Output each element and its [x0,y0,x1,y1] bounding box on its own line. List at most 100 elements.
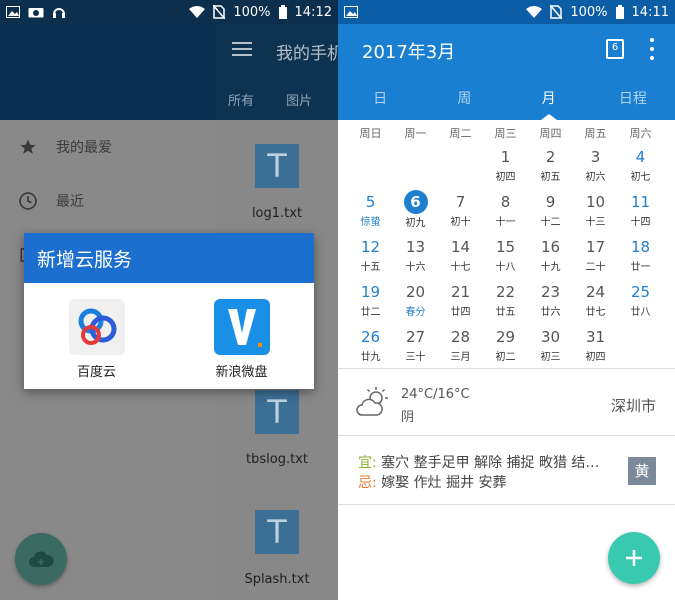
weather-card[interactable]: 24°C/16°C 阴 深圳市 [338,368,675,436]
service-baidu-cloud[interactable]: 百度云 [42,299,152,380]
day-cell[interactable]: 11 十四 [618,189,663,234]
day-cell[interactable]: 21 廿四 [438,279,483,324]
clock-time: 14:11 [631,4,669,20]
empty-day-cell [348,144,393,189]
day-number: 16 [540,238,561,256]
lunar-date: 十七 [450,262,471,273]
add-cloud-button[interactable] [15,533,67,585]
file-item[interactable]: T tbslog.txt [216,390,338,467]
add-event-button[interactable] [608,532,660,584]
drawer-header [0,24,216,120]
day-cell[interactable]: 23 廿六 [528,279,573,324]
day-cell[interactable]: 1 初四 [483,144,528,189]
cloud-add-icon [29,551,54,567]
ji-text: 嫁娶 作灶 掘井 安葬 [381,475,507,491]
yi-label: 宜: [358,455,377,471]
day-cell[interactable]: 22 廿五 [483,279,528,324]
day-cell[interactable]: 24 廿七 [573,279,618,324]
day-number: 3 [590,148,601,166]
tab-agenda[interactable]: 日程 [591,88,675,108]
day-cell[interactable]: 8 十一 [483,189,528,234]
day-number: 20 [405,283,426,301]
day-number: 11 [630,193,651,211]
today-button[interactable]: 6 [606,39,624,59]
menu-icon[interactable] [232,42,252,56]
day-cell[interactable]: 4 初七 [618,144,663,189]
day-cell[interactable]: 10 十三 [573,189,618,234]
plus-icon [626,550,642,566]
day-number: 18 [630,238,651,256]
week-row: 12 十五 13 十六 14 十七 15 十八 16 十九 17 二十 18 廿一 [348,234,675,279]
day-cell[interactable]: 25 廿八 [618,279,663,324]
day-number: 7 [455,193,466,211]
day-cell[interactable]: 7 初十 [438,189,483,234]
lunar-date: 十三 [585,217,606,228]
tab-week[interactable]: 周 [422,88,506,108]
file-item[interactable]: T Splash.txt [216,510,338,587]
day-cell[interactable]: 30 初三 [528,324,573,369]
image-notification-icon [344,6,358,18]
lunar-date: 初二 [495,352,516,363]
lunar-date: 初十 [450,217,471,228]
day-number: 25 [630,283,651,301]
tab-day[interactable]: 日 [338,88,422,108]
tab-month[interactable]: 月 [507,88,591,108]
day-cell[interactable]: 18 廿一 [618,234,663,279]
day-cell[interactable]: 3 初六 [573,144,618,189]
almanac-card[interactable]: 宜: 塞穴 整手足甲 解除 捕捉 畋猎 结… 忌: 嫁娶 作灶 掘井 安葬 黄 [338,437,675,505]
drawer-item-recent[interactable]: 最近 [0,174,216,228]
active-tab-indicator [541,114,557,120]
day-cell[interactable]: 16 十九 [528,234,573,279]
lunar-date: 十六 [405,262,426,273]
view-tabs: 日 周 月 日程 [338,88,675,108]
weekday-label: 周日 [359,127,382,140]
day-cell[interactable]: 27 三十 [393,324,438,369]
day-cell[interactable]: 29 初二 [483,324,528,369]
text-file-icon: T [255,510,299,554]
more-options-icon[interactable] [650,38,654,60]
file-item[interactable]: T log1.txt [216,144,338,221]
tab-images[interactable]: 图片 [286,94,312,109]
day-cell[interactable]: 5 惊蛰 [348,189,393,234]
day-number: 6 [403,190,428,214]
service-label: 百度云 [76,365,116,380]
day-number: 31 [585,328,606,346]
day-cell[interactable]: 28 三月 [438,324,483,369]
day-cell[interactable]: 12 十五 [348,234,393,279]
day-cell[interactable]: 17 二十 [573,234,618,279]
day-cell[interactable]: 15 十八 [483,234,528,279]
baidu-cloud-icon [68,299,125,355]
day-cell[interactable]: 14 十七 [438,234,483,279]
day-cell[interactable]: 19 廿二 [348,279,393,324]
service-sina-vdisk[interactable]: 新浪微盘 [187,299,297,380]
weekday-label: 周五 [584,127,607,140]
almanac-yi: 宜: 塞穴 整手足甲 解除 捕捉 畋猎 结… [358,452,623,472]
lunar-date: 十二 [540,217,561,228]
lunar-date: 初七 [630,172,651,183]
day-cell[interactable]: 31 初四 [573,324,618,369]
day-cell[interactable]: 20 春分 [393,279,438,324]
week-row: 5 惊蛰 6 初九 7 初十 8 十一 9 十二 10 十三 11 十四 [348,189,675,234]
day-cell[interactable]: 6 初九 [393,189,438,234]
day-number: 5 [365,193,376,211]
month-title[interactable]: 2017年3月 [362,38,455,64]
day-number: 29 [495,328,516,346]
day-number: 13 [405,238,426,256]
almanac-ji: 忌: 嫁娶 作灶 掘井 安葬 [358,472,623,492]
day-cell[interactable]: 2 初五 [528,144,573,189]
day-cell[interactable]: 13 十六 [393,234,438,279]
drawer-item-favorites[interactable]: 我的最爱 [0,120,216,174]
file-name: Splash.txt [244,572,310,587]
no-sim-icon [213,5,226,19]
drawer-item-label: 我的最爱 [56,140,112,156]
day-number: 24 [585,283,606,301]
day-cell[interactable]: 9 十二 [528,189,573,234]
day-number: 27 [405,328,426,346]
headset-notification-icon [53,8,65,18]
star-icon [18,137,38,157]
weather-condition: 阴 [401,410,415,425]
add-cloud-service-dialog: 新增云服务 百度云 新浪微盘 [24,233,314,389]
day-cell[interactable]: 26 廿九 [348,324,393,369]
tab-all[interactable]: 所有 [228,94,254,109]
weekday-header: 周日 周一 周二 周三 周四 周五 周六 [348,122,675,144]
